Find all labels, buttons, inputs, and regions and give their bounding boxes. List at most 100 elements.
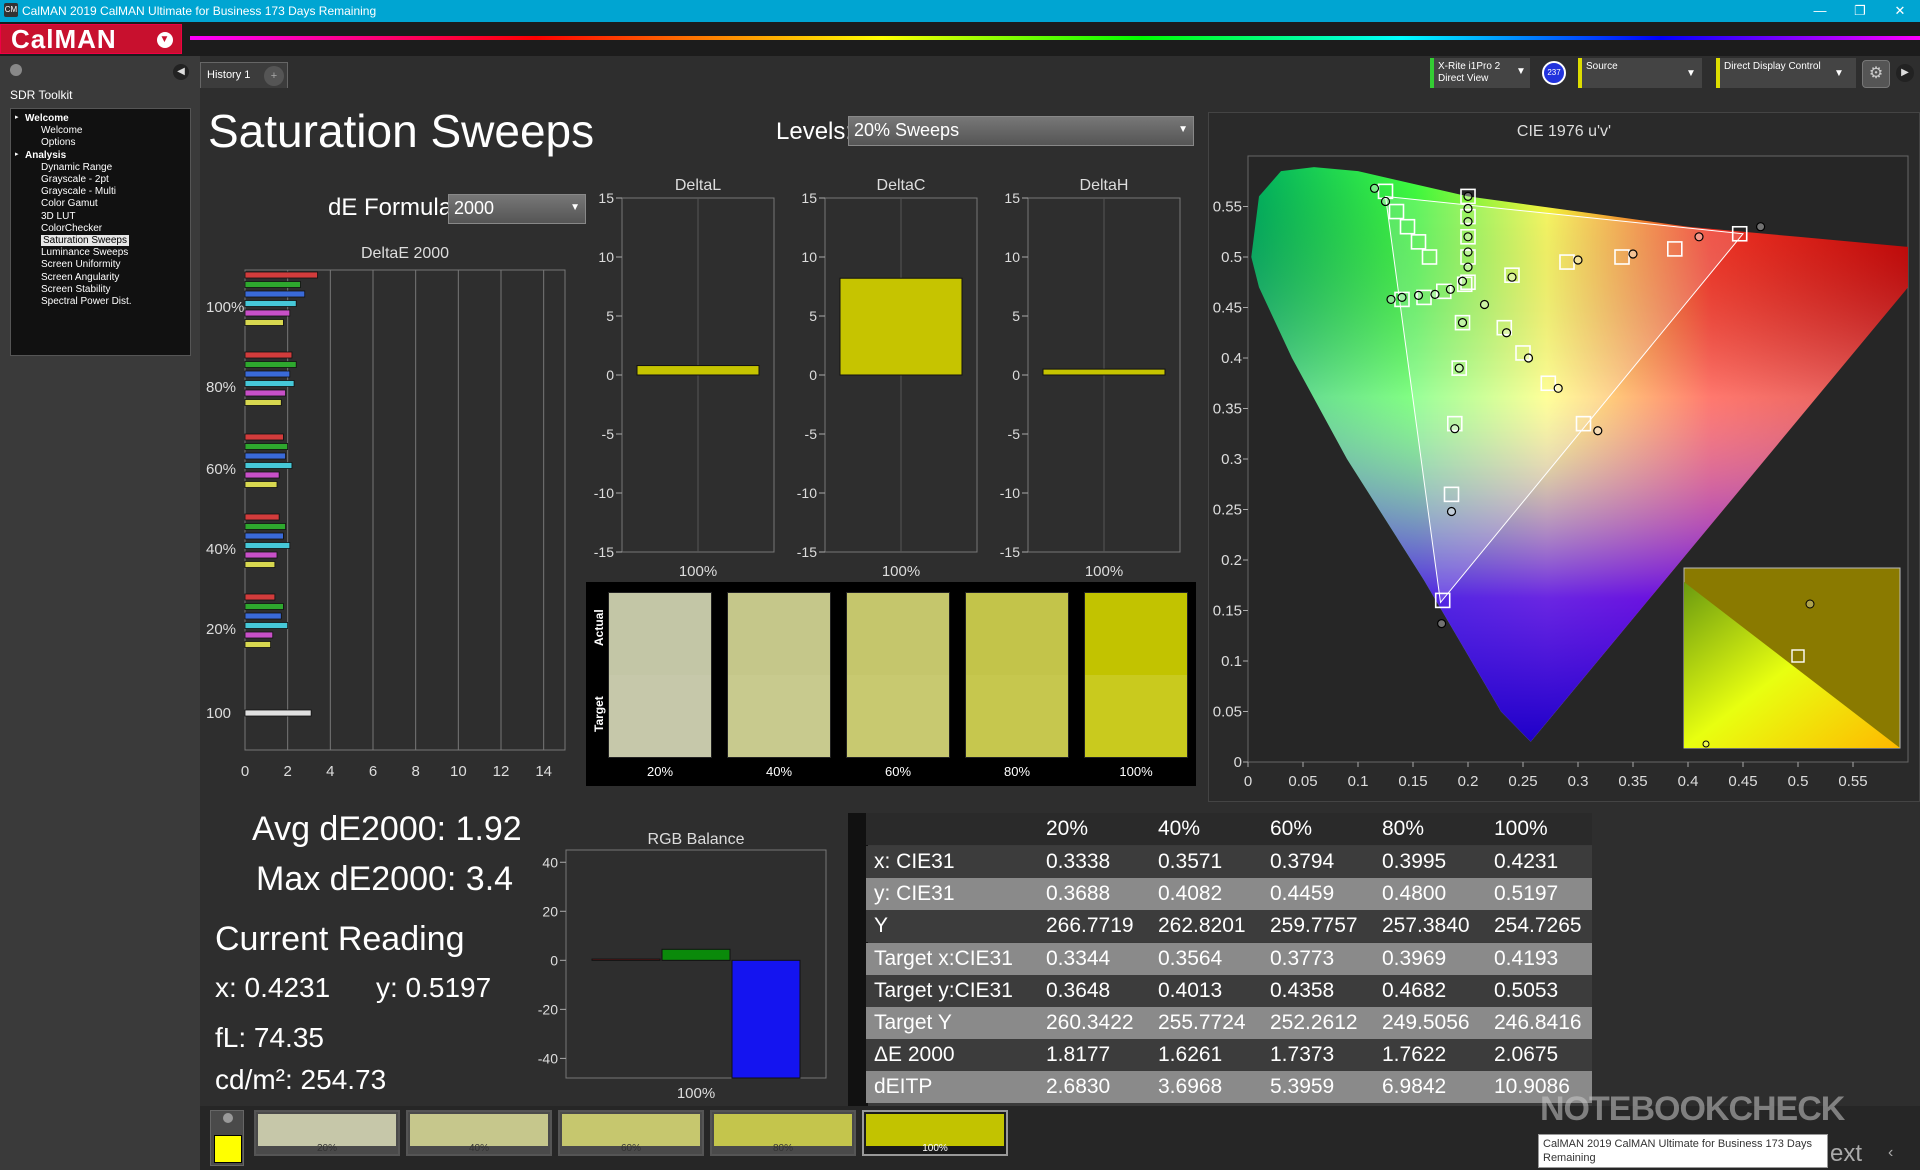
app-icon: CM bbox=[4, 3, 18, 17]
gear-icon[interactable]: ⚙ bbox=[1862, 60, 1890, 88]
close-button[interactable]: ✕ bbox=[1880, 0, 1920, 22]
actual-marker bbox=[1573, 255, 1583, 265]
tick-label: 10 bbox=[598, 249, 614, 265]
tick-label: 0.55 bbox=[1838, 773, 1867, 790]
deltae-bar bbox=[244, 271, 318, 279]
source-selector[interactable]: Source bbox=[1578, 58, 1702, 88]
current-cdm2: cd/m²: 254.73 bbox=[215, 1064, 387, 1095]
calman-menu-button[interactable]: CalMAN ▼ bbox=[0, 24, 182, 54]
target-swatch bbox=[847, 675, 949, 757]
deltae-bar bbox=[244, 523, 286, 530]
levels-dropdown[interactable]: 20% Sweeps bbox=[848, 116, 1194, 146]
tick-label: 20 bbox=[542, 903, 558, 919]
table-row: ΔE 2000 1.8177 1.6261 1.7373 1.7622 2.0675 bbox=[866, 1039, 1592, 1072]
deltae-bar bbox=[244, 709, 312, 717]
cell: 6.9842 bbox=[1382, 1075, 1447, 1099]
collapse-right-icon[interactable]: ▶ bbox=[1896, 64, 1914, 82]
actual-marker bbox=[1463, 232, 1473, 242]
bottom-swatch-100[interactable]: 100% bbox=[862, 1110, 1008, 1156]
actual-marker bbox=[1413, 290, 1424, 300]
sidebar-item-luminance-sweeps[interactable]: Luminance Sweeps bbox=[41, 247, 128, 258]
bottom-swatch-20[interactable]: 20% bbox=[254, 1110, 400, 1156]
sidebar-item-color-gamut[interactable]: Color Gamut bbox=[41, 198, 98, 209]
expand-icon[interactable]: ▸ bbox=[15, 113, 19, 121]
row-label: Y bbox=[874, 914, 889, 938]
cell: 0.3338 bbox=[1046, 850, 1111, 873]
tick-label: 0.05 bbox=[1288, 773, 1317, 790]
table-gutter bbox=[848, 813, 868, 1106]
actual-marker bbox=[1445, 284, 1455, 294]
sidebar-item-saturation-sweeps[interactable]: Saturation Sweeps bbox=[41, 235, 129, 246]
bottom-swatch-40[interactable]: 40% bbox=[406, 1110, 552, 1156]
tick-label: 8 bbox=[411, 763, 419, 780]
cell: 2.0675 bbox=[1494, 1043, 1559, 1067]
tick-label: 0.25 bbox=[1508, 773, 1537, 790]
chevron-down-icon[interactable]: ▼ bbox=[1834, 68, 1844, 79]
tick-label: 5 bbox=[606, 308, 614, 324]
swatch-label: 40% bbox=[468, 1143, 489, 1154]
actual-marker bbox=[1694, 232, 1704, 242]
next-button[interactable]: ext bbox=[1830, 1140, 1862, 1168]
bottom-swatch-80[interactable]: 80% bbox=[710, 1110, 856, 1156]
sidebar-item-colorchecker[interactable]: ColorChecker bbox=[41, 223, 102, 234]
tick-label: 0.5 bbox=[1788, 773, 1809, 790]
sidebar-item-spectral-power-dist-[interactable]: Spectral Power Dist. bbox=[41, 296, 132, 307]
chevron-down-icon[interactable]: ▼ bbox=[1686, 68, 1696, 79]
tick-label: 0.4 bbox=[1221, 350, 1242, 367]
formula-dropdown[interactable]: 2000 bbox=[448, 194, 586, 224]
deltae-bar bbox=[244, 319, 284, 326]
maximize-button[interactable]: ❐ bbox=[1840, 0, 1880, 22]
display-label: Direct Display Control bbox=[1724, 61, 1821, 72]
pin-icon[interactable] bbox=[10, 64, 22, 76]
meter-line2: Direct View bbox=[1438, 73, 1489, 84]
cell: 0.4459 bbox=[1270, 882, 1335, 906]
actual-marker bbox=[1369, 183, 1380, 193]
tick-label: 0.35 bbox=[1618, 773, 1647, 790]
sidebar-item-grayscale-2pt[interactable]: Grayscale - 2pt bbox=[41, 174, 109, 185]
sidebar-item-screen-angularity[interactable]: Screen Angularity bbox=[41, 272, 119, 283]
tick-label: -5 bbox=[602, 426, 615, 442]
current-color-button[interactable] bbox=[210, 1110, 244, 1166]
max-de: Max dE2000: 3.4 bbox=[256, 860, 514, 898]
actual-marker bbox=[1553, 383, 1563, 393]
add-tab-button[interactable]: + bbox=[264, 66, 284, 86]
chevron-down-icon[interactable]: ▼ bbox=[1516, 66, 1526, 77]
actual-marker bbox=[1437, 619, 1447, 629]
tick-label: -10 bbox=[797, 485, 817, 501]
swatch-label: 100% bbox=[922, 1143, 948, 1154]
sidebar-item-3d-lut[interactable]: 3D LUT bbox=[41, 211, 75, 222]
sidebar-item-grayscale-multi[interactable]: Grayscale - Multi bbox=[41, 186, 116, 197]
cell: 260.3422 bbox=[1046, 1011, 1134, 1034]
meter-badge[interactable]: 237 bbox=[1542, 61, 1566, 85]
swatch-row: 20% 40% 60% 80% 100% bbox=[608, 592, 1190, 782]
collapse-sidebar-icon[interactable]: ◀ bbox=[173, 64, 189, 80]
actual-marker bbox=[1479, 299, 1490, 310]
current-color-swatch bbox=[214, 1135, 242, 1163]
rgb-balance-chart: RGB Balance 40 20 0 -20 -40 100% bbox=[538, 831, 827, 1102]
cell: 266.7719 bbox=[1046, 914, 1134, 938]
expand-icon[interactable]: ▸ bbox=[15, 150, 19, 158]
bottom-swatch-60[interactable]: 60% bbox=[558, 1110, 704, 1156]
sidebar-item-options[interactable]: Options bbox=[41, 137, 75, 148]
group-label: 100 bbox=[206, 705, 231, 722]
cell: 0.5197 bbox=[1494, 882, 1559, 906]
sidebar-item-analysis[interactable]: Analysis bbox=[25, 150, 66, 161]
sidebar-item-welcome[interactable]: Welcome bbox=[41, 125, 83, 136]
nav-arrow-icon[interactable]: ‹ bbox=[1888, 1144, 1893, 1162]
sidebar-item-screen-uniformity[interactable]: Screen Uniformity bbox=[41, 259, 120, 270]
sidebar-item-screen-stability[interactable]: Screen Stability bbox=[41, 284, 110, 295]
sidebar-item-welcome[interactable]: Welcome bbox=[25, 113, 69, 124]
deltae-bar bbox=[244, 631, 274, 639]
actual-swatch bbox=[728, 593, 830, 675]
table-row: x: CIE31 0.3338 0.3571 0.3794 0.3995 0.4231 bbox=[866, 846, 1592, 878]
minimize-button[interactable]: — bbox=[1800, 0, 1840, 22]
actual-marker bbox=[1523, 353, 1534, 363]
sidebar-item-dynamic-range[interactable]: Dynamic Range bbox=[41, 162, 112, 173]
tick-label: -10 bbox=[594, 485, 614, 501]
cie-chart: CIE 1976 u'v' 0 0.05 0.1 0.15 0.2 0.25 0.3 0.35 0… bbox=[1213, 123, 1909, 790]
chart-title: DeltaH bbox=[1080, 177, 1129, 194]
table-row: Target y:CIE31 0.3648 0.4013 0.4358 0.4682 0.… bbox=[866, 974, 1592, 1007]
meter-selector[interactable]: X-Rite i1Pro 2 Direct View bbox=[1430, 58, 1530, 88]
cell: 262.8201 bbox=[1158, 914, 1246, 938]
actual-marker bbox=[1457, 276, 1468, 286]
